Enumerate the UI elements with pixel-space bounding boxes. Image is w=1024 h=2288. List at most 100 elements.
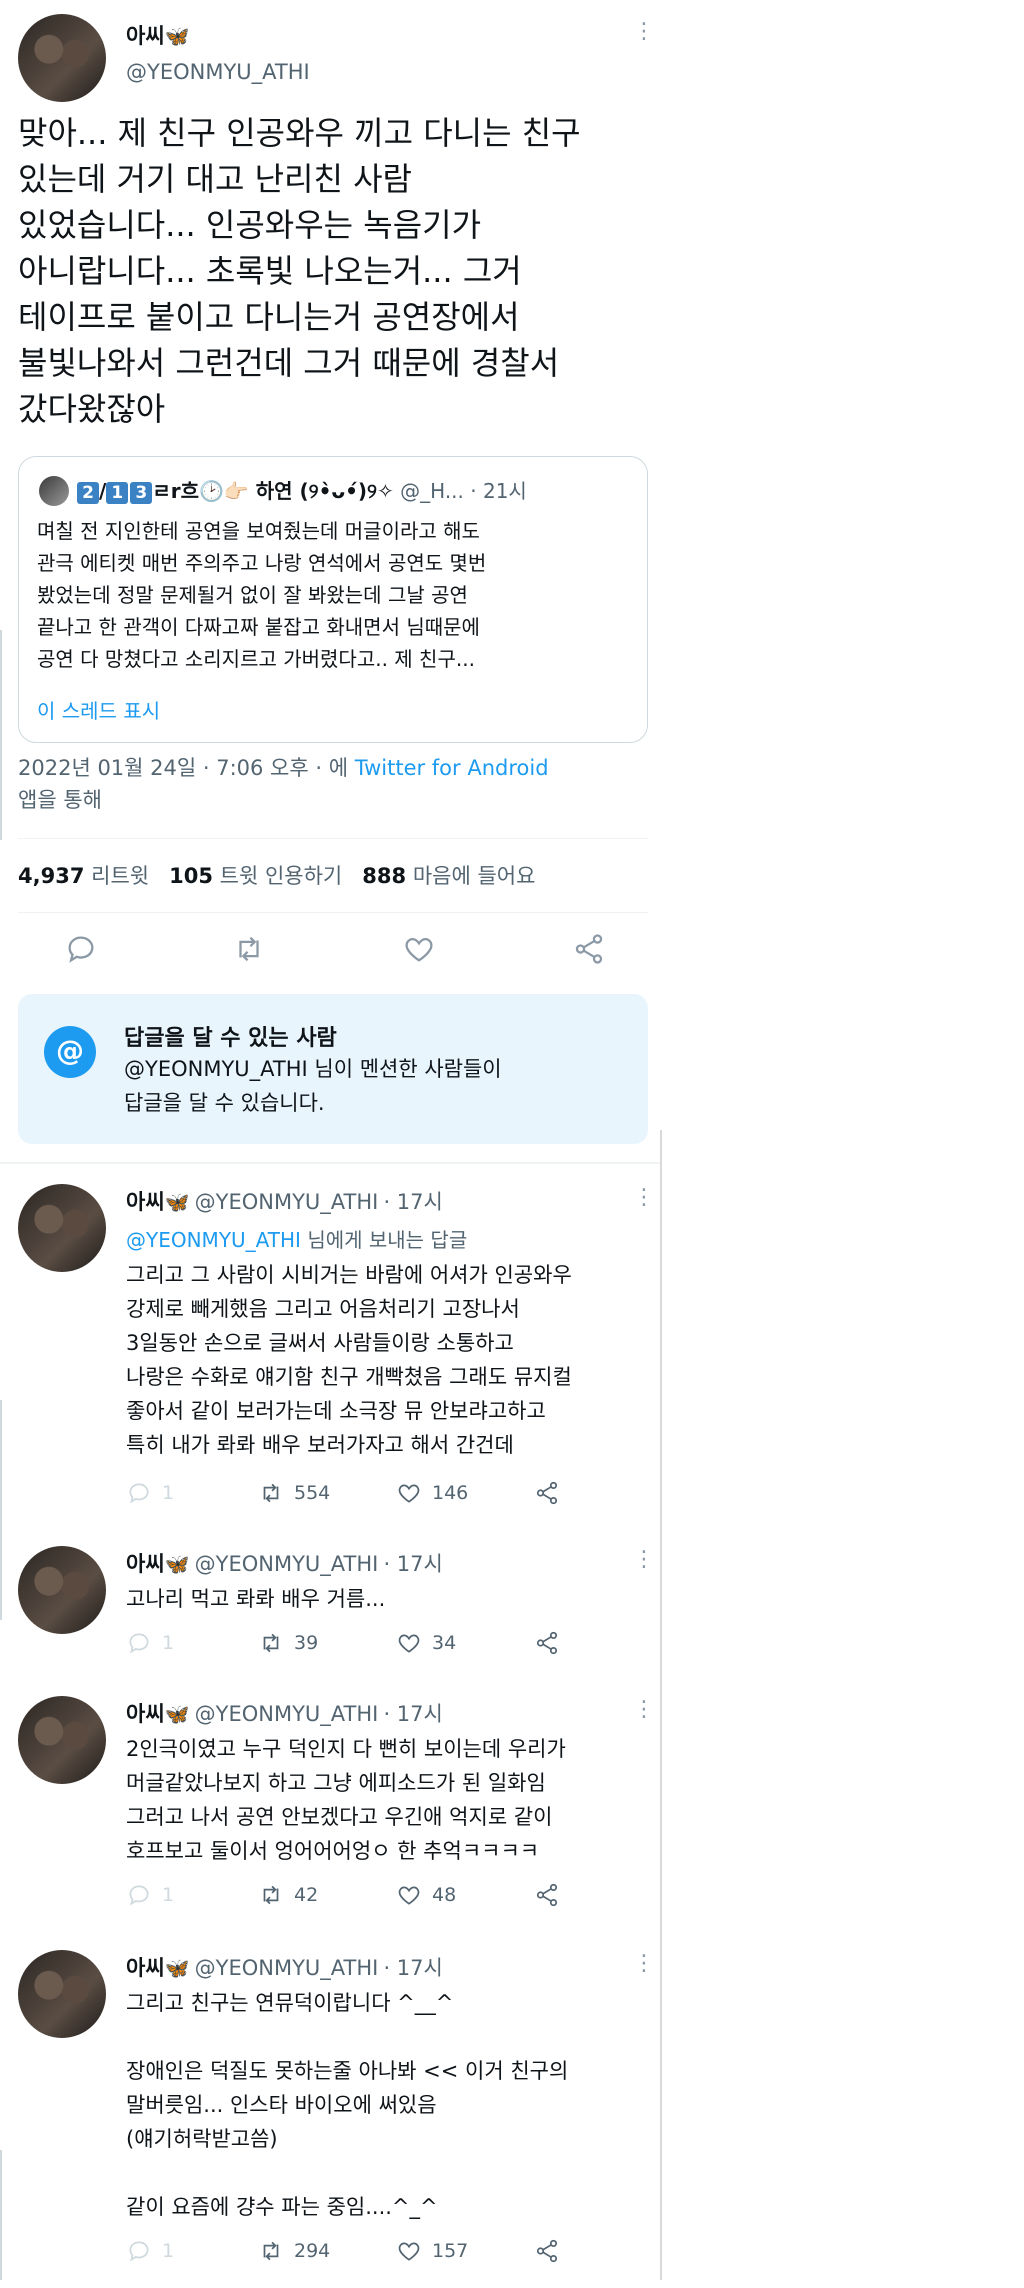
avatar bbox=[39, 476, 69, 506]
retweet-icon[interactable] bbox=[232, 932, 266, 966]
tweet-stats: 4,937 리트윗 105 트윗 인용하기 888 마음에 들어요 bbox=[18, 860, 535, 890]
reply-restriction-title: 답글을 달 수 있는 사람 bbox=[124, 1026, 337, 1051]
replying-to: @YEONMYU_ATHI 님에게 보내는 답글 bbox=[126, 1224, 467, 1253]
avatar[interactable] bbox=[18, 1546, 106, 1634]
reply-actions: 1 42 48 bbox=[126, 1882, 586, 1912]
like-action[interactable]: 48 bbox=[396, 1882, 456, 1908]
reply-icon bbox=[129, 1885, 149, 1906]
date-text: 2022년 01월 24일 · 7:06 오후 · 에 bbox=[18, 756, 349, 780]
avatar[interactable] bbox=[18, 1950, 106, 2038]
main-tweet-header: 아씨🦋 bbox=[126, 20, 190, 50]
reply-restriction-text: @YEONMYU_ATHI 님이 멘션한 사람들이 답글을 달 수 있습니다. bbox=[124, 1057, 502, 1115]
reply-count: 1 bbox=[162, 1482, 175, 1504]
more-vertical-icon[interactable]: ⋮ bbox=[633, 1953, 655, 1975]
display-name[interactable]: 아씨 bbox=[126, 1956, 165, 1980]
reply-restriction-notice: @ 답글을 달 수 있는 사람 @YEONMYU_ATHI 님이 멘션한 사람들… bbox=[18, 994, 648, 1144]
quote-label[interactable]: 트윗 인용하기 bbox=[220, 864, 343, 888]
share-action[interactable] bbox=[534, 1480, 560, 1506]
reply-header: 아씨🦋 @YEONMYU_ATHI · 17시 bbox=[126, 1698, 443, 1728]
reply-actions: 1 39 34 bbox=[126, 1630, 586, 1660]
scroll-edge bbox=[0, 1400, 2, 1620]
quoted-handle: @_H... bbox=[400, 479, 464, 503]
number-badge: 1 bbox=[106, 482, 129, 504]
share-icon[interactable] bbox=[572, 932, 606, 966]
quote-count[interactable]: 105 bbox=[169, 864, 213, 888]
reply-header: 아씨🦋 @YEONMYU_ATHI · 17시 bbox=[126, 1186, 443, 1216]
quoted-tweet[interactable]: 2/1 3 ㄹr흐🕑👉🏻 하연 (୨•̀ᴗ•́)୨✧ @_H... · 21시 며칠… bbox=[18, 456, 648, 743]
reply-icon[interactable] bbox=[64, 932, 98, 966]
retweet-icon bbox=[263, 2241, 279, 2261]
reply-time: · 17시 bbox=[383, 1552, 443, 1576]
reply-text: 그리고 친구는 연뮤덕이랍니다 ^__^ 장애인은 덕질도 못하는줄 아나봐 <… bbox=[126, 1991, 569, 2219]
reply-action[interactable]: 1 bbox=[126, 1480, 174, 1506]
scroll-edge bbox=[0, 2150, 2, 2280]
reply-action[interactable]: 1 bbox=[126, 1882, 174, 1908]
replying-to-suffix: 님에게 보내는 답글 bbox=[307, 1228, 468, 1252]
more-vertical-icon[interactable]: ⋮ bbox=[633, 1187, 655, 1209]
share-action[interactable] bbox=[534, 1882, 560, 1908]
avatar[interactable] bbox=[18, 14, 106, 102]
mention-link[interactable]: @YEONMYU_ATHI bbox=[126, 1228, 301, 1252]
butterfly-icon: 🦋 bbox=[164, 1190, 190, 1214]
slash-text: / bbox=[99, 479, 107, 503]
show-thread-link[interactable]: 이 스레드 표시 bbox=[37, 695, 160, 724]
like-action[interactable]: 34 bbox=[396, 1630, 456, 1656]
retweet-action[interactable]: 42 bbox=[258, 1882, 318, 1908]
display-name[interactable]: 아씨 bbox=[126, 24, 165, 48]
user-handle[interactable]: @YEONMYU_ATHI bbox=[195, 1190, 379, 1214]
reply-action[interactable]: 1 bbox=[126, 1630, 174, 1656]
source-link[interactable]: Twitter for Android bbox=[355, 756, 549, 780]
display-name[interactable]: 아씨 bbox=[126, 1190, 165, 1214]
share-icon bbox=[536, 1883, 558, 1907]
retweet-count: 294 bbox=[294, 2240, 331, 2262]
like-count[interactable]: 888 bbox=[362, 864, 406, 888]
section-separator bbox=[0, 1162, 660, 1164]
like-action[interactable]: 157 bbox=[396, 2238, 468, 2264]
share-action[interactable] bbox=[534, 2238, 560, 2264]
at-icon: @ bbox=[44, 1026, 96, 1078]
butterfly-icon: 🦋 bbox=[164, 1552, 190, 1576]
display-name[interactable]: 아씨 bbox=[126, 1552, 165, 1576]
more-vertical-icon[interactable]: ⋮ bbox=[633, 1699, 655, 1721]
avatar[interactable] bbox=[18, 1696, 106, 1784]
user-handle[interactable]: @YEONMYU_ATHI bbox=[195, 1552, 379, 1576]
user-handle[interactable]: @YEONMYU_ATHI bbox=[126, 60, 310, 84]
reply-count: 1 bbox=[162, 2240, 175, 2262]
like-label[interactable]: 마음에 들어요 bbox=[413, 864, 536, 888]
quoted-tweet-header: 2/1 3 ㄹr흐🕑👉🏻 하연 (୨•̀ᴗ•́)୨✧ @_H... · 21시 bbox=[77, 475, 527, 504]
divider bbox=[18, 912, 648, 913]
heart-icon[interactable] bbox=[402, 932, 436, 966]
avatar[interactable] bbox=[18, 1184, 106, 1272]
quoted-tweet-text: 며칠 전 지인한테 공연을 보여줬는데 머글이라고 해도 관극 에티켓 매번 주… bbox=[37, 519, 487, 671]
like-count: 48 bbox=[432, 1884, 457, 1906]
retweet-count: 42 bbox=[294, 1884, 319, 1906]
divider bbox=[18, 838, 648, 839]
like-count: 146 bbox=[432, 1482, 469, 1504]
retweet-action[interactable]: 294 bbox=[258, 2238, 330, 2264]
reply-time: · 17시 bbox=[383, 1190, 443, 1214]
share-icon bbox=[536, 2239, 558, 2263]
reply-text: 2인극이였고 누구 덕인지 다 뻔히 보이는데 우리가 머글같았나보지 하고 그… bbox=[126, 1737, 566, 1863]
retweet-action[interactable]: 554 bbox=[258, 1480, 330, 1506]
retweet-icon bbox=[263, 1483, 279, 1503]
butterfly-icon: 🦋 bbox=[164, 1702, 190, 1726]
heart-icon bbox=[398, 1484, 420, 1503]
reply-text: 고나리 먹고 롸롸 배우 거름... bbox=[126, 1587, 386, 1611]
reply-actions: 1 294 157 bbox=[126, 2238, 586, 2268]
retweet-label[interactable]: 리트윗 bbox=[91, 864, 149, 888]
reply-action[interactable]: 1 bbox=[126, 2238, 174, 2264]
share-action[interactable] bbox=[534, 1630, 560, 1656]
more-vertical-icon[interactable]: ⋮ bbox=[633, 21, 655, 43]
more-vertical-icon[interactable]: ⋮ bbox=[633, 1549, 655, 1571]
user-handle[interactable]: @YEONMYU_ATHI bbox=[195, 1956, 379, 1980]
display-name[interactable]: 아씨 bbox=[126, 1702, 165, 1726]
like-action[interactable]: 146 bbox=[396, 1480, 468, 1506]
reply-text: 그리고 그 사람이 시비거는 바람에 어셔가 인공와우 강제로 빼게했음 그리고… bbox=[126, 1263, 572, 1457]
reply-icon bbox=[129, 1483, 149, 1504]
reply-actions: 1 554 146 bbox=[126, 1480, 586, 1510]
retweet-action[interactable]: 39 bbox=[258, 1630, 318, 1656]
user-handle[interactable]: @YEONMYU_ATHI bbox=[195, 1702, 379, 1726]
retweet-count[interactable]: 4,937 bbox=[18, 864, 84, 888]
reply-header: 아씨🦋 @YEONMYU_ATHI · 17시 bbox=[126, 1952, 443, 1982]
reply-icon bbox=[129, 2241, 149, 2262]
